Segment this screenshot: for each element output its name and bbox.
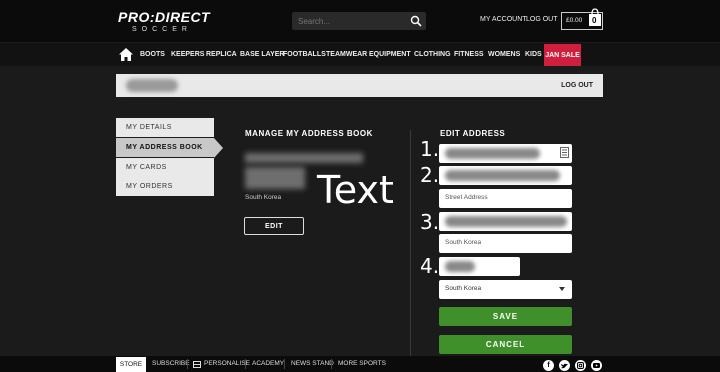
nav-footballs[interactable]: FOOTBALLS [283, 51, 326, 58]
chevron-down-icon [559, 287, 565, 291]
account-bar: LOG OUT [116, 74, 603, 97]
address-country: South Korea [245, 194, 282, 201]
redacted-field-value [445, 216, 567, 227]
my-account-link[interactable]: MY ACCOUNT [480, 16, 527, 23]
marker-1: 1. [420, 137, 440, 161]
nav-womens[interactable]: WOMENS [488, 51, 520, 58]
basket-button[interactable]: £0.00 0 [561, 8, 603, 30]
sidebar-item-my-details[interactable]: MY DETAILS [116, 118, 214, 137]
city-field[interactable] [439, 212, 572, 231]
marker-3: 3. [420, 210, 440, 234]
marker-4: 4. [420, 254, 440, 278]
postcode-field[interactable] [439, 257, 520, 276]
search-icon[interactable] [410, 15, 422, 27]
street-address-field[interactable]: Street Address [439, 189, 572, 208]
redacted-address-block [245, 167, 305, 189]
footer-separator [284, 359, 285, 369]
footer-academy[interactable]: ACADEMY [252, 360, 284, 367]
country-select-value: South Korea [445, 285, 482, 292]
footer-personalise[interactable]: PERSONALISE [204, 360, 250, 367]
redacted-address-line [245, 153, 363, 163]
overlay-label: Text [317, 168, 394, 212]
cancel-button[interactable]: CANCEL [439, 335, 572, 354]
save-button[interactable]: SAVE [439, 307, 572, 326]
search-box [292, 12, 426, 30]
footer-separator [187, 359, 188, 369]
basket-amount: £0.00 [566, 17, 583, 24]
site-logo-subtitle: SOCCER [132, 26, 192, 33]
footer-more-sports[interactable]: MORE SPORTS [338, 360, 386, 367]
address-name-field[interactable] [439, 144, 572, 163]
edit-address-title: EDIT ADDRESS [440, 129, 506, 138]
autofill-contact-icon[interactable] [560, 147, 569, 158]
nav-base-layer[interactable]: BASE LAYER [240, 51, 284, 58]
country-select[interactable]: South Korea [439, 280, 572, 299]
nav-kids[interactable]: KIDS [525, 51, 542, 58]
home-icon[interactable] [119, 48, 133, 61]
nav-jan-sale[interactable]: JAN SALE [544, 44, 581, 66]
nav-clothing[interactable]: CLOTHING [414, 51, 451, 58]
nav-keepers[interactable]: KEEPERS [171, 51, 204, 58]
redacted-field-value [445, 170, 560, 181]
site-logo[interactable]: PRO:DIRECT [118, 9, 210, 25]
personalise-icon [193, 361, 201, 368]
redacted-username [126, 79, 178, 92]
header-logout-link[interactable]: LOG OUT [526, 16, 558, 23]
region-value: South Korea [445, 239, 482, 246]
redacted-field-value [445, 148, 540, 159]
address-line-1-field[interactable] [439, 166, 572, 185]
region-field[interactable]: South Korea [439, 234, 572, 253]
nav-replica[interactable]: REPLICA [206, 51, 237, 58]
column-divider [410, 130, 411, 356]
address-book-title: MANAGE MY ADDRESS BOOK [245, 129, 373, 138]
youtube-icon[interactable] [591, 360, 602, 371]
sidebar-item-my-address-book[interactable]: MY ADDRESS BOOK [116, 138, 214, 157]
marker-2: 2. [420, 163, 440, 187]
nav-boots[interactable]: BOOTS [140, 51, 165, 58]
footer-subscribe[interactable]: SUBSCRIBE [152, 360, 190, 367]
nav-teamwear[interactable]: TEAMWEAR [326, 51, 367, 58]
facebook-icon[interactable]: f [543, 360, 554, 371]
account-logout-link[interactable]: LOG OUT [561, 82, 593, 89]
search-input[interactable] [292, 12, 404, 30]
edit-address-button[interactable]: EDIT [244, 217, 304, 235]
instagram-icon[interactable] [575, 360, 586, 371]
footer-news-stand[interactable]: NEWS STAND [291, 360, 334, 367]
redacted-field-value [445, 261, 475, 272]
sidebar-item-my-orders[interactable]: MY ORDERS [116, 177, 214, 196]
sidebar-item-my-cards[interactable]: MY CARDS [116, 158, 214, 177]
footer-separator [245, 359, 246, 369]
footer-store[interactable]: STORE [116, 357, 146, 372]
basket-count: 0 [592, 16, 597, 25]
twitter-icon[interactable] [559, 360, 570, 371]
active-indicator-arrow [214, 138, 223, 158]
nav-fitness[interactable]: FITNESS [454, 51, 484, 58]
footer-separator [331, 359, 332, 369]
street-address-placeholder: Street Address [445, 194, 488, 201]
nav-equipment[interactable]: EQUIPMENT [369, 51, 411, 58]
